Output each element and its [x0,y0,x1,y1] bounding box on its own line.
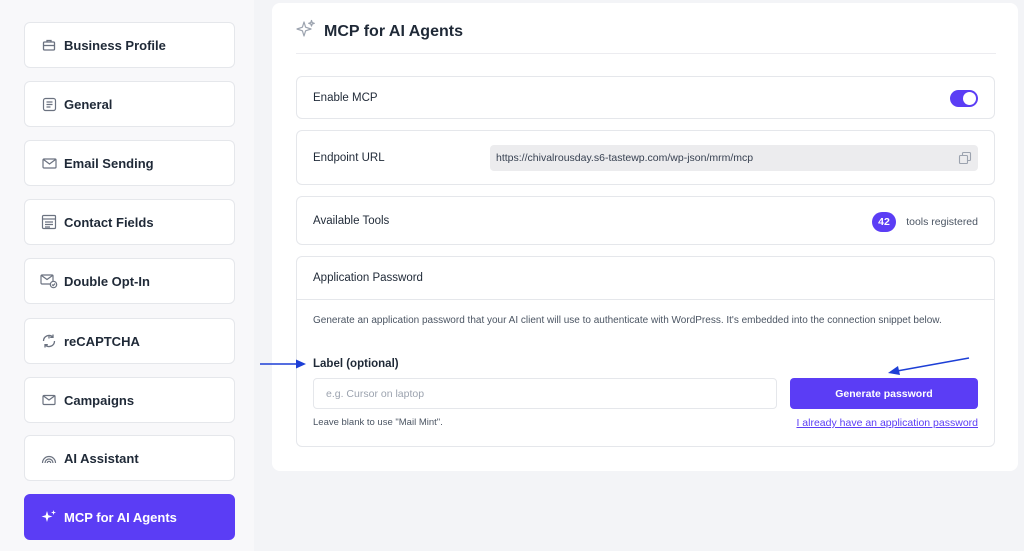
document-icon [40,95,58,113]
sparkle-icon [296,19,316,44]
sidebar-item-label: Contact Fields [64,214,154,230]
label-field-label: Label (optional) [313,358,399,370]
briefcase-icon [40,36,58,54]
annotation-arrow-left [260,359,306,369]
sidebar-item-label: reCAPTCHA [64,333,140,349]
form-list-icon [40,213,58,231]
sparkle-icon [40,508,58,526]
endpoint-url-label: Endpoint URL [313,152,385,164]
application-password-card: Application Password Generate an applica… [296,256,995,447]
tools-count-suffix: tools registered [906,216,978,228]
card-divider [297,299,994,300]
sidebar-item-label: Email Sending [64,155,154,171]
sidebar-item-general[interactable]: General [24,81,235,127]
mcp-settings-panel: MCP for AI Agents Enable MCP Endpoint UR… [272,3,1018,471]
existing-password-link[interactable]: I already have an application password [796,417,978,429]
envelope-check-icon [40,272,58,290]
enable-mcp-toggle[interactable] [950,90,978,107]
tools-count-badge: 42 [872,212,896,232]
label-hint: Leave blank to use "Mail Mint". [313,417,443,428]
label-input[interactable] [313,378,777,409]
sidebar-item-label: Double Opt-In [64,273,150,289]
sidebar-item-ai-assistant[interactable]: AI Assistant [24,435,235,481]
endpoint-url-field[interactable]: https://chivalrousday.s6-tastewp.com/wp-… [490,145,978,171]
endpoint-url-row: Endpoint URL https://chivalrousday.s6-ta… [296,130,995,185]
sidebar-item-recaptcha[interactable]: reCAPTCHA [24,318,235,364]
generate-password-button[interactable]: Generate password [790,378,978,409]
available-tools-row: Available Tools 42 tools registered [296,196,995,245]
header-divider [296,53,996,54]
sidebar-item-label: Campaigns [64,392,135,408]
sidebar-item-label: AI Assistant [64,450,139,466]
application-password-heading: Application Password [313,272,423,284]
panel-header: MCP for AI Agents [296,19,463,44]
available-tools-label: Available Tools [313,215,390,227]
sidebar-item-label: Business Profile [64,37,166,53]
sidebar-item-label: MCP for AI Agents [64,509,177,525]
sidebar-item-business-profile[interactable]: Business Profile [24,22,235,68]
application-password-description: Generate an application password that yo… [313,315,942,326]
enable-mcp-label: Enable MCP [313,92,378,104]
envelope-icon [40,154,58,172]
recaptcha-icon [40,332,58,350]
toggle-knob [963,92,976,105]
copy-icon[interactable] [958,151,972,165]
settings-sidebar: Business Profile General Email Sending C… [0,0,254,551]
sidebar-item-label: General [64,96,113,112]
sidebar-item-campaigns[interactable]: Campaigns [24,377,235,423]
annotation-arrow-right [888,357,970,375]
enable-mcp-row: Enable MCP [296,76,995,119]
sidebar-item-email-sending[interactable]: Email Sending [24,140,235,186]
envelope-icon [40,391,58,409]
endpoint-url-value: https://chivalrousday.s6-tastewp.com/wp-… [496,152,754,164]
sidebar-item-contact-fields[interactable]: Contact Fields [24,199,235,245]
sidebar-item-mcp-for-ai-agents[interactable]: MCP for AI Agents [24,494,235,540]
rainbow-arc-icon [40,449,58,467]
page-title: MCP for AI Agents [324,22,463,40]
sidebar-item-double-opt-in[interactable]: Double Opt-In [24,258,235,304]
